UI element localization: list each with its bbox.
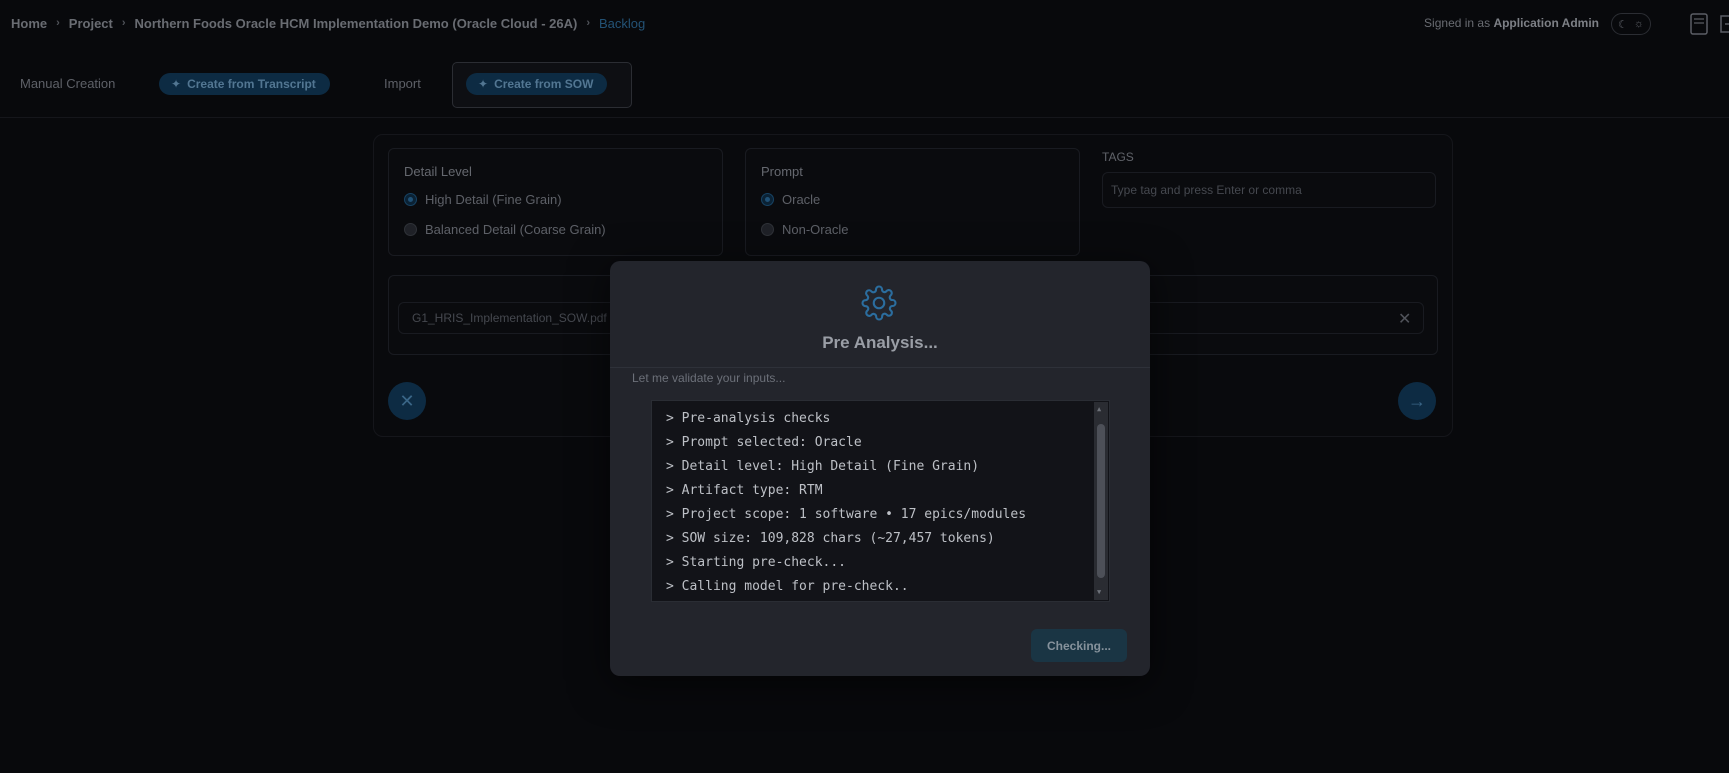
log-line: > Project scope: 1 software • 17 epics/m… <box>666 507 1027 522</box>
log-line: > Prompt selected: Oracle <box>666 435 862 450</box>
gear-icon <box>861 285 897 321</box>
log-line: > Detail level: High Detail (Fine Grain) <box>666 459 980 474</box>
modal-subtitle: Let me validate your inputs... <box>632 371 786 385</box>
page: Home › Project › Northern Foods Oracle H… <box>0 0 1729 773</box>
scroll-up-icon[interactable]: ▲ <box>1097 405 1101 413</box>
log-line: > Starting pre-check... <box>666 555 847 570</box>
pre-analysis-modal: Pre Analysis... Let me validate your inp… <box>610 261 1150 676</box>
log-line: > Pre-analysis checks <box>666 411 831 426</box>
scroll-down-icon[interactable]: ▼ <box>1097 588 1101 596</box>
modal-title: Pre Analysis... <box>822 333 938 352</box>
checking-button[interactable]: Checking... <box>1031 629 1127 662</box>
scroll-thumb[interactable] <box>1097 424 1105 578</box>
log-line: > SOW size: 109,828 chars (~27,457 token… <box>666 531 995 546</box>
modal-header: Pre Analysis... <box>610 261 1150 368</box>
log-scrollbar[interactable]: ▲ ▼ <box>1094 402 1108 600</box>
log-line: > Calling model for pre-check.. <box>666 579 909 594</box>
log-line: > Artifact type: RTM <box>666 483 823 498</box>
analysis-log: > Pre-analysis checks > Prompt selected:… <box>651 400 1110 602</box>
